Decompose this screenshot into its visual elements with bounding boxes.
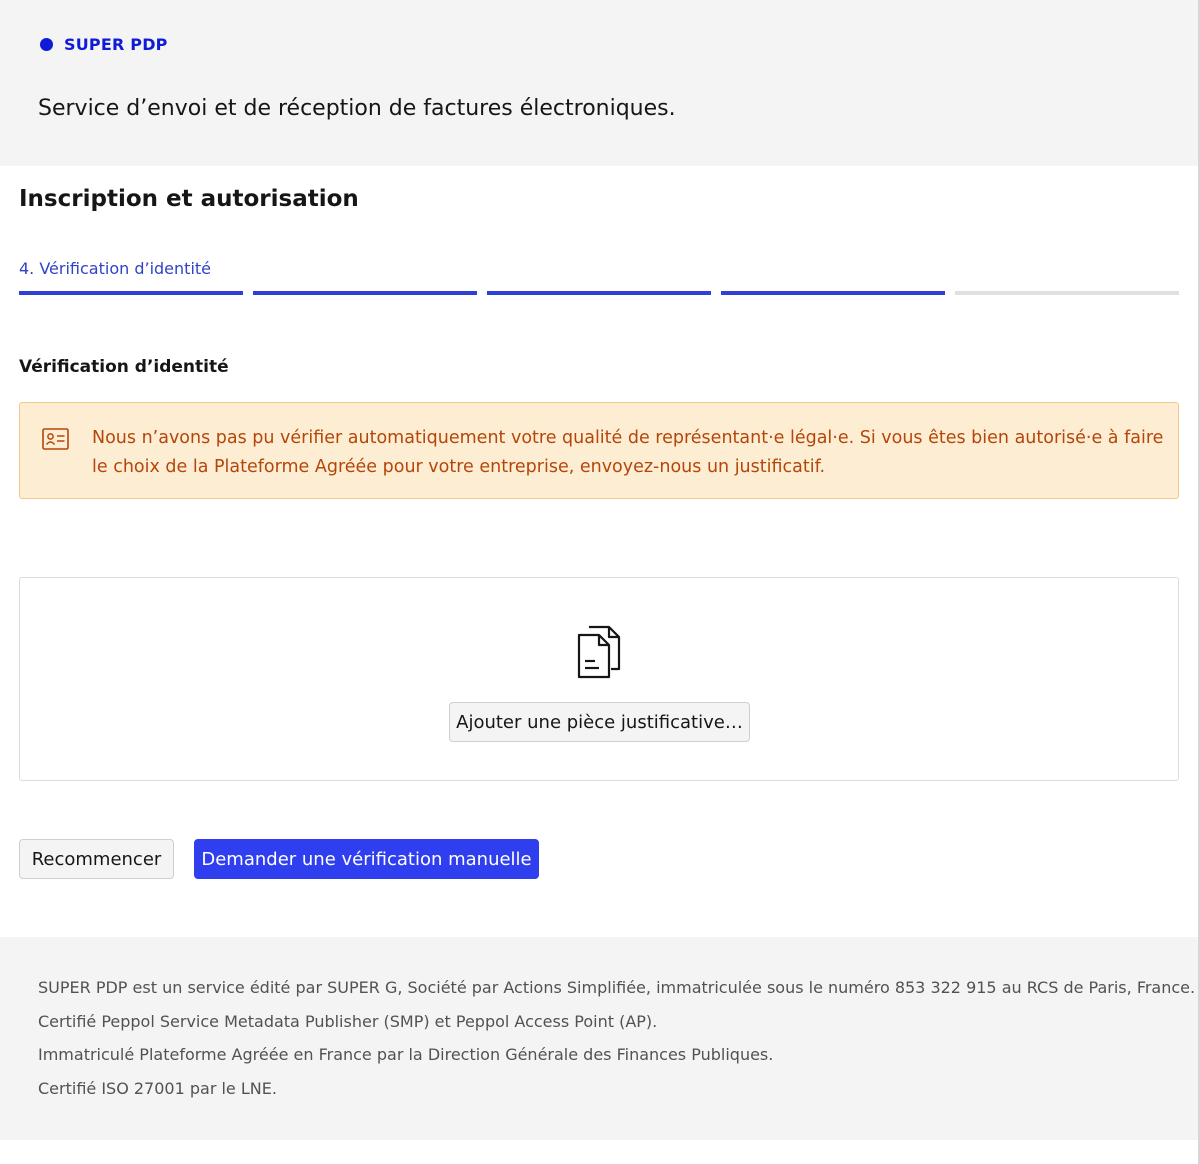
brand-dot-icon [40, 38, 53, 51]
site-footer: SUPER PDP est un service édité par SUPER… [0, 937, 1198, 1140]
warning-alert: Nous n’avons pas pu vérifier automatique… [19, 402, 1179, 499]
footer-legal-line: SUPER PDP est un service édité par SUPER… [38, 978, 1196, 997]
site-header: SUPER PDP Service d’envoi et de réceptio… [0, 0, 1198, 166]
current-step-label: 4. Vérification d’identité [19, 259, 211, 278]
brand-name: SUPER PDP [64, 35, 168, 54]
progress-segment [253, 291, 477, 295]
documents-icon [577, 625, 621, 679]
footer-peppol-line: Certifié Peppol Service Metadata Publish… [38, 1012, 658, 1031]
progress-segment [721, 291, 945, 295]
progress-segment [487, 291, 711, 295]
progress-segment [19, 291, 243, 295]
brand[interactable]: SUPER PDP [40, 35, 168, 54]
id-card-icon [42, 428, 69, 450]
footer-iso-line: Certifié ISO 27001 par le LNE. [38, 1079, 277, 1098]
progress-segment [955, 291, 1179, 295]
upload-dropzone[interactable]: Ajouter une pièce justificative… [19, 577, 1179, 781]
header-tagline: Service d’envoi et de réception de factu… [38, 96, 676, 121]
alert-message: Nous n’avons pas pu vérifier automatique… [92, 428, 1164, 477]
restart-button[interactable]: Recommencer [19, 839, 174, 879]
footer-dgfip-line: Immatriculé Plateforme Agréée en France … [38, 1045, 774, 1064]
page-title: Inscription et autorisation [19, 186, 359, 212]
step-progress-bar [19, 291, 1179, 295]
request-manual-verification-button[interactable]: Demander une vérification manuelle [194, 839, 539, 879]
section-title: Vérification d’identité [19, 357, 229, 377]
add-document-button[interactable]: Ajouter une pièce justificative… [449, 702, 750, 742]
